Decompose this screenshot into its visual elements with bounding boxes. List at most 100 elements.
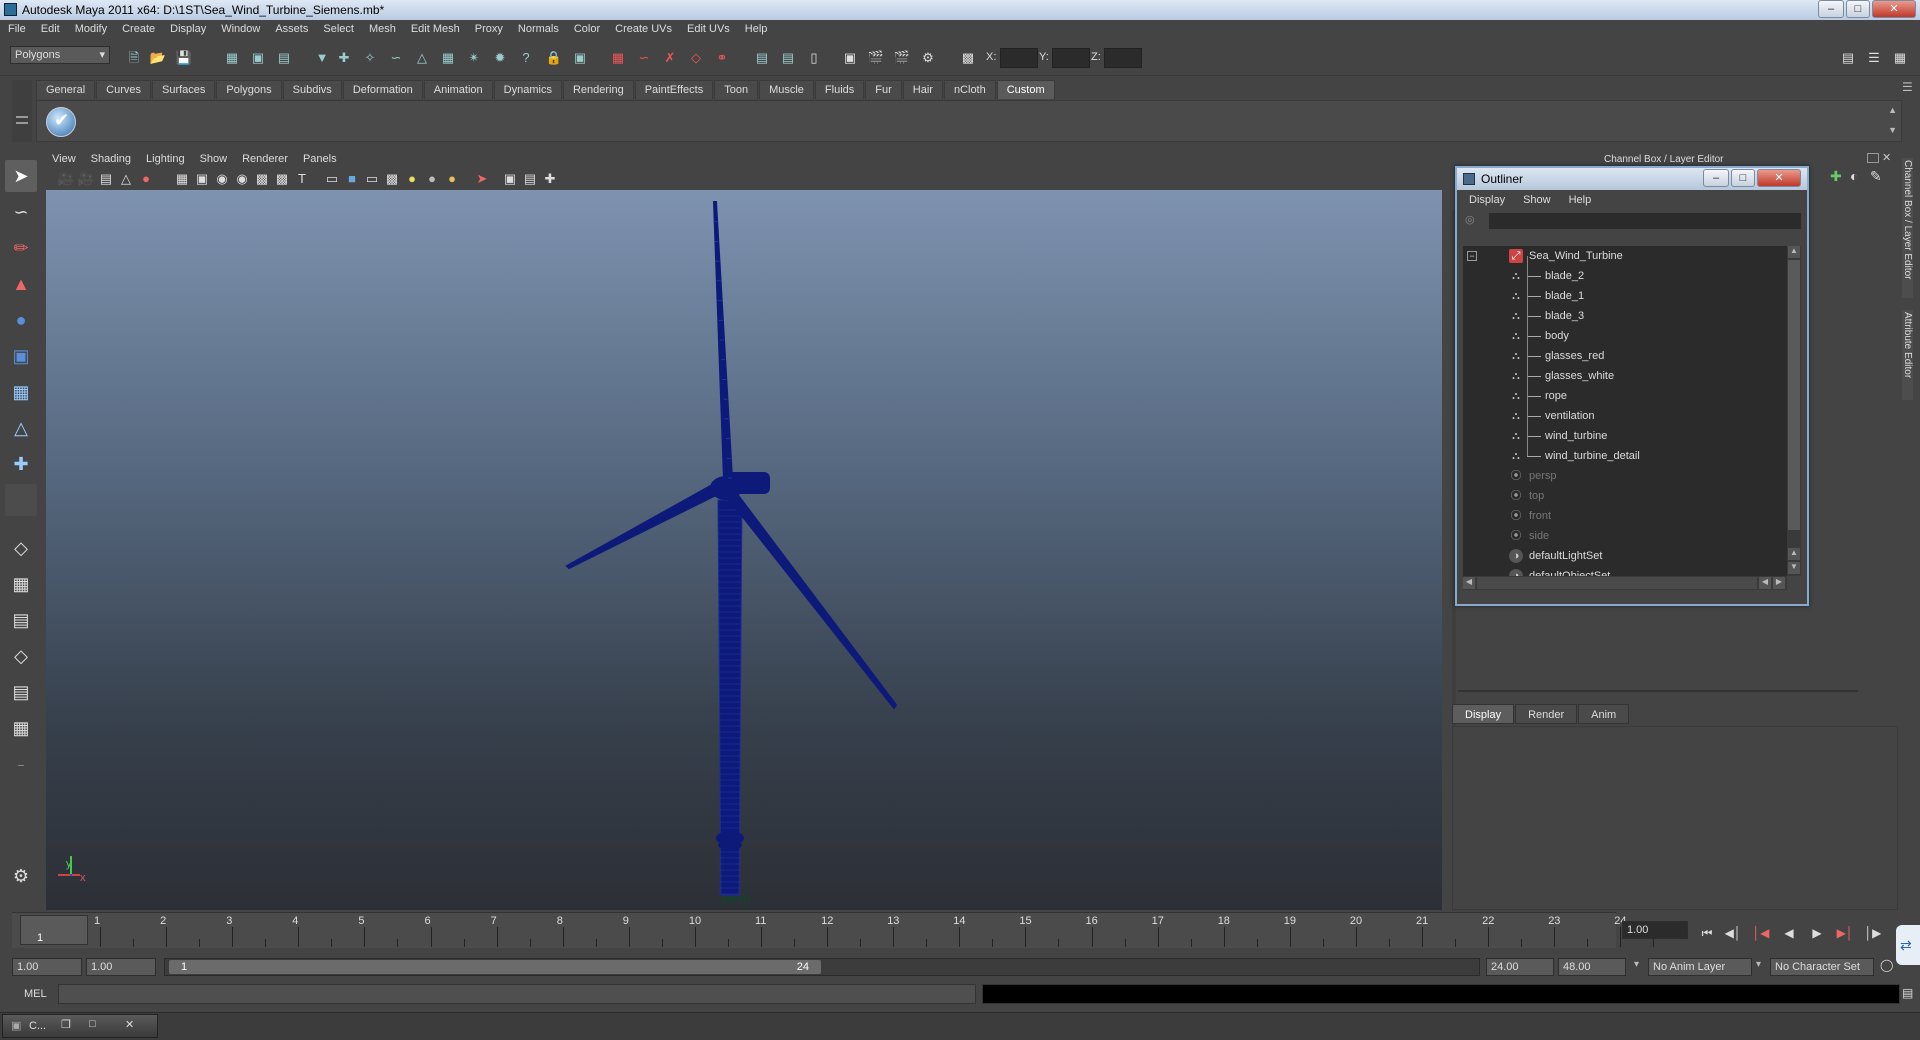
menu-select[interactable]: Select — [315, 20, 361, 35]
outliner-close-button[interactable]: ✕ — [1757, 169, 1801, 187]
minimized-restore-icon[interactable]: ❐ — [61, 1018, 71, 1031]
channel-box-side-tab[interactable]: Channel Box / Layer Editor — [1902, 158, 1913, 298]
layout-four-icon[interactable]: ▦ — [5, 568, 37, 600]
select-object-icon[interactable]: ▣ — [248, 48, 268, 68]
shelf-tab-dynamics[interactable]: Dynamics — [493, 80, 562, 99]
outliner-row-defaultobjectset[interactable]: ◑ defaultObjectSet — [1463, 566, 1787, 576]
step-forward-frame-icon[interactable]: ▶│ — [1834, 924, 1856, 942]
snap-view-plane-icon[interactable]: ◇ — [686, 48, 706, 68]
outliner-maximize-button[interactable]: □ — [1731, 169, 1755, 187]
minimized-window-item[interactable]: ▣ C... ❐ □ ✕ — [2, 1014, 158, 1038]
current-time-field[interactable]: 1.00 — [1622, 921, 1688, 939]
outliner-row-glasses-red[interactable]: ⛬ glasses_red — [1463, 346, 1787, 366]
layer-tab-render[interactable]: Render — [1515, 704, 1578, 724]
render-frame-icon[interactable]: 🎬 — [866, 48, 886, 68]
smooth-shade-icon[interactable]: ■ — [342, 169, 362, 189]
scale-tool-icon[interactable]: ▣ — [5, 340, 37, 372]
menu-set-dropdown[interactable]: Polygons ▾ — [10, 46, 110, 64]
layout-hypershade-icon[interactable]: ▤ — [5, 676, 37, 708]
absolute-transform-icon[interactable]: ▩ — [958, 48, 978, 68]
outliner-row-side[interactable]: ⦿ side — [1463, 526, 1787, 546]
move-tool-icon[interactable]: ▲ — [5, 268, 37, 300]
anim-end-field[interactable]: 48.00 — [1558, 958, 1626, 976]
step-back-frame-icon[interactable]: │◀ — [1750, 924, 1772, 942]
new-scene-icon[interactable]: 🗎 — [124, 48, 144, 68]
mel-label[interactable]: MEL — [24, 988, 47, 1000]
scroll-right-icon[interactable]: ▶ — [1773, 577, 1785, 589]
y-input[interactable] — [1052, 48, 1090, 68]
outliner-minimize-button[interactable]: – — [1703, 169, 1729, 187]
output-ops-icon[interactable]: ▤ — [778, 48, 798, 68]
outliner-row-top[interactable]: ⦿ top — [1463, 486, 1787, 506]
menu-assets[interactable]: Assets — [267, 20, 315, 35]
snap-curve-icon[interactable]: ∽ — [634, 48, 654, 68]
close-button[interactable]: ✕ — [1872, 0, 1916, 18]
scroll-up-icon[interactable]: ▲ — [1788, 246, 1800, 258]
panel-menu-show[interactable]: Show — [192, 151, 235, 165]
select-dynamics-icon[interactable]: ✴ — [464, 48, 484, 68]
shelf-tab-ncloth[interactable]: nCloth — [943, 80, 996, 99]
play-backwards-icon[interactable]: ◀ — [1778, 924, 1800, 942]
panel-menu-renderer[interactable]: Renderer — [234, 151, 295, 165]
rotate-tool-icon[interactable]: ● — [5, 304, 37, 336]
script-editor-icon[interactable]: ▤ — [1902, 986, 1918, 1002]
dock-close-icon[interactable]: ✕ — [1882, 151, 1891, 164]
shelf-tab-surfaces[interactable]: Surfaces — [151, 80, 216, 99]
layout-graph-persp-icon[interactable]: ◇ — [5, 640, 37, 672]
wireframe-icon[interactable]: ▭ — [322, 169, 342, 189]
menu-edit-uvs[interactable]: Edit UVs — [679, 20, 737, 35]
textured-icon[interactable]: ▩ — [382, 169, 402, 189]
outliner-row-blade-1[interactable]: ⛬ blade_1 — [1463, 286, 1787, 306]
toggle-attribute-editor-icon[interactable]: ▤ — [1838, 48, 1858, 68]
outliner-menu-show[interactable]: Show — [1515, 192, 1561, 206]
outliner-hscroll-thumb[interactable] — [1477, 577, 1757, 589]
range-end-field[interactable]: 24.00 — [1486, 958, 1554, 976]
lasso-tool-icon[interactable]: ∽ — [5, 196, 37, 228]
ipr-render-icon[interactable]: 🎬 — [892, 48, 912, 68]
select-curves-icon[interactable]: ∽ — [386, 48, 406, 68]
menu-color[interactable]: Color — [566, 20, 607, 35]
make-live-icon[interactable]: ⚭ — [712, 48, 732, 68]
safe-action-icon[interactable]: ▩ — [272, 169, 292, 189]
pick-mask-icon[interactable]: ▼ — [312, 48, 332, 68]
menu-help[interactable]: Help — [737, 20, 775, 35]
collapse-toggle-icon[interactable]: − — [1467, 251, 1477, 261]
layout-outliner-persp-icon[interactable]: ▤ — [5, 604, 37, 636]
layer-tab-display[interactable]: Display — [1452, 704, 1515, 724]
current-frame-marker[interactable]: 1 — [20, 915, 88, 945]
range-slider-track[interactable]: 1 24 — [164, 958, 1480, 976]
outliner-row-body[interactable]: ⛬ body — [1463, 326, 1787, 346]
menu-modify[interactable]: Modify — [67, 20, 114, 35]
shelf-tab-rendering[interactable]: Rendering — [562, 80, 634, 99]
outliner-row-wind-turbine-detail[interactable]: ⛬ wind_turbine_detail — [1463, 446, 1787, 466]
field-chart-icon[interactable]: ▩ — [252, 169, 272, 189]
custom-shelf-check-icon[interactable]: ✔ — [46, 107, 76, 137]
select-camera-icon[interactable]: 🎥 — [56, 169, 76, 189]
highlight-selection-icon[interactable]: ▣ — [570, 48, 590, 68]
scroll-left2-icon[interactable]: ◀ — [1759, 577, 1771, 589]
scroll-down-arrow-icon[interactable]: ▲ — [1788, 548, 1800, 560]
shelf-tab-subdivs[interactable]: Subdivs — [282, 80, 342, 99]
hud-icon[interactable]: ✚ — [540, 169, 560, 189]
default-lighting-icon[interactable]: ● — [402, 169, 422, 189]
panel-menu-view[interactable]: View — [44, 151, 83, 165]
camera-attributes-icon[interactable]: 🎥 — [76, 169, 96, 189]
shelf-tab-general[interactable]: General — [36, 80, 96, 99]
snap-point-icon[interactable]: ✗ — [660, 48, 680, 68]
outliner-row-blade-2[interactable]: ⛬ blade_2 — [1463, 266, 1787, 286]
menu-create[interactable]: Create — [114, 20, 162, 35]
select-component-icon[interactable]: ▤ — [274, 48, 294, 68]
minimized-maximize-icon[interactable]: □ — [89, 1018, 96, 1030]
shelf-tab-hair[interactable]: Hair — [902, 80, 943, 99]
shelf-tab-custom[interactable]: Custom — [996, 80, 1055, 99]
select-deformations-icon[interactable]: ▦ — [438, 48, 458, 68]
select-rendering-icon[interactable]: ✹ — [490, 48, 510, 68]
play-forwards-icon[interactable]: ▶ — [1806, 924, 1828, 942]
select-hierarchy-icon[interactable]: ▦ — [222, 48, 242, 68]
step-back-key-icon[interactable]: ◀│ — [1722, 924, 1744, 942]
outliner-filter-input[interactable] — [1489, 213, 1801, 229]
film-gate-icon[interactable]: ▣ — [192, 169, 212, 189]
last-tool-icon[interactable] — [5, 484, 37, 516]
menu-window[interactable]: Window — [213, 20, 267, 35]
all-lights-icon[interactable]: ● — [422, 169, 442, 189]
